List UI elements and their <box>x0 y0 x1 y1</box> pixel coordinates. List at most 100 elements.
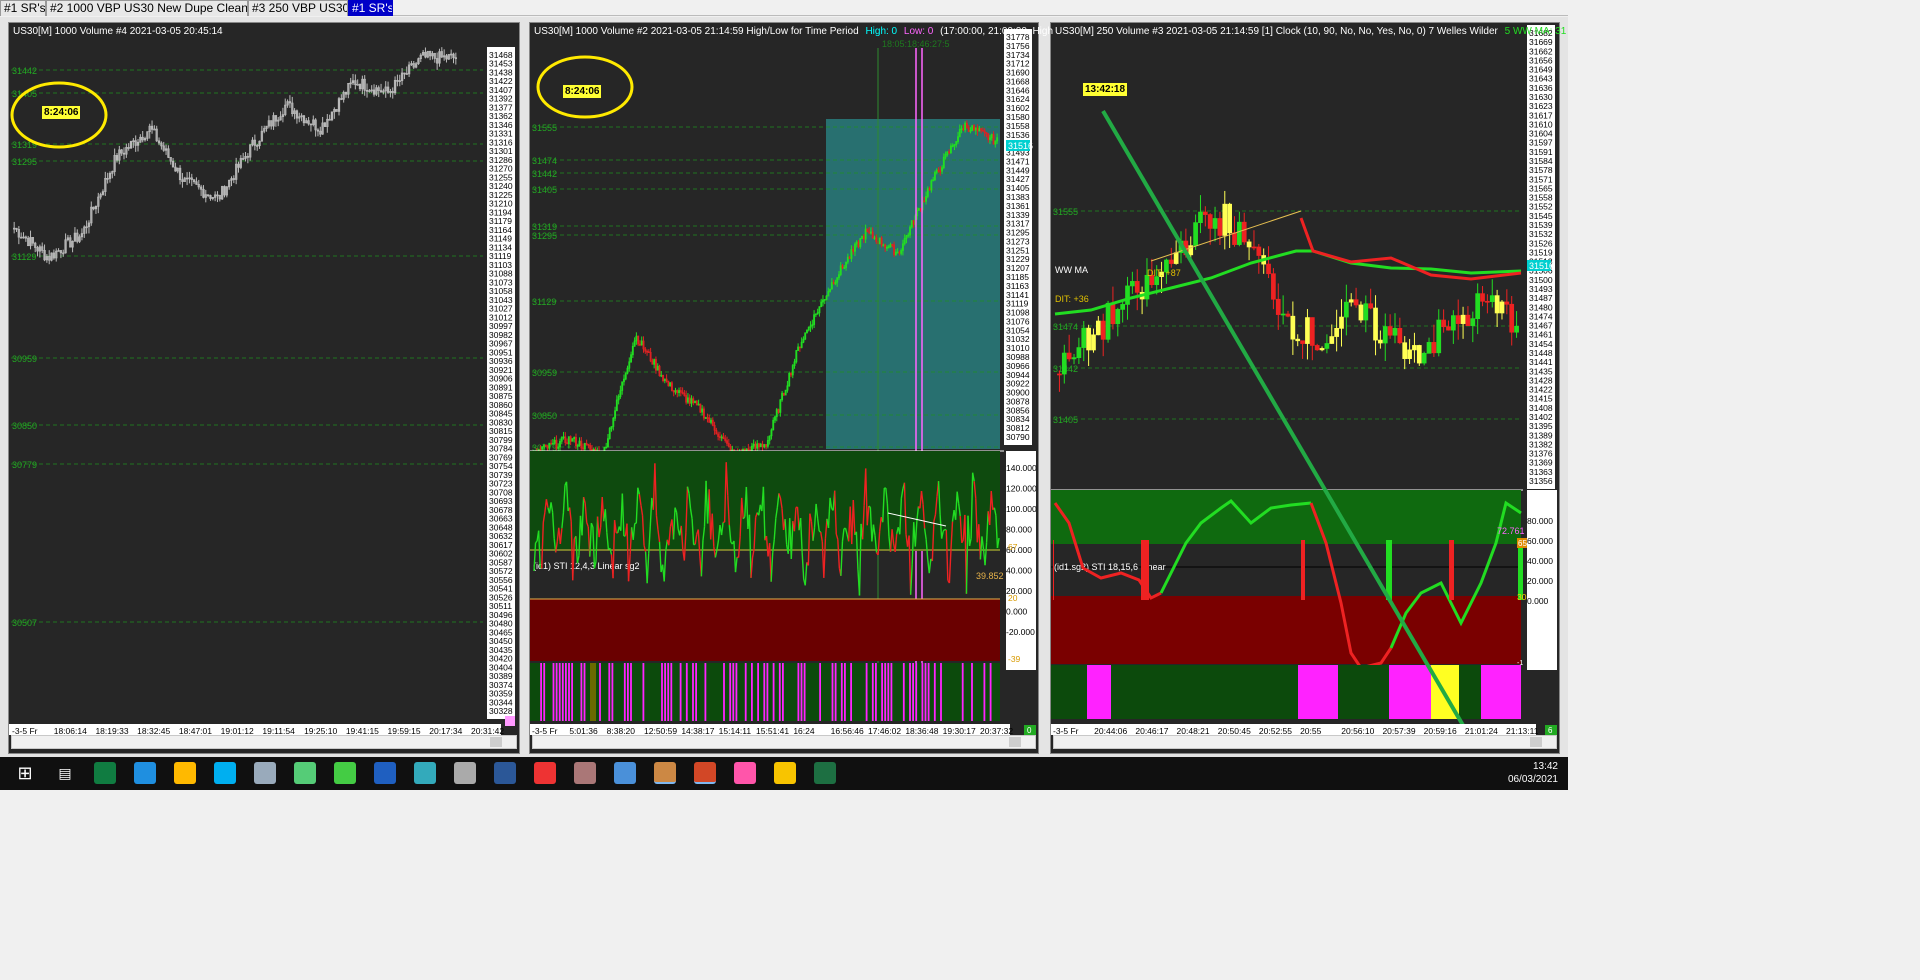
price-chart[interactable]: 31555314743144231405WW MADIT: +87DIT: +3… <box>1051 23 1559 735</box>
candle-body <box>861 235 864 239</box>
chart-window-3[interactable]: US30[M] 250 Volume #3 2021-03-05 21:14:5… <box>1050 22 1566 754</box>
mapping-icon[interactable] <box>574 762 596 784</box>
publisher-icon[interactable] <box>94 762 116 784</box>
drop-icon[interactable] <box>734 762 756 784</box>
histogram-block <box>1481 665 1521 719</box>
histogram-bar <box>927 663 930 721</box>
tab-250-vbp[interactable]: #3 250 VBP US30 <box>248 0 348 16</box>
candle-body <box>820 301 823 308</box>
candle-body <box>1232 232 1237 245</box>
signal-bar <box>1449 540 1454 600</box>
candle-body <box>1105 302 1111 340</box>
candle-body <box>589 445 592 450</box>
candle-body <box>946 151 949 155</box>
candle-body <box>1217 218 1223 236</box>
candle-body <box>1344 301 1349 318</box>
chart-window-2[interactable]: US30[M] 1000 Volume #2 2021-03-05 21:14:… <box>529 22 1053 754</box>
edge-icon[interactable] <box>134 762 156 784</box>
histogram-bar <box>902 663 905 721</box>
candle-body <box>978 128 981 132</box>
powerpoint-icon[interactable] <box>694 762 716 784</box>
histogram-bar <box>723 663 725 721</box>
candle-body <box>806 329 808 334</box>
task-view-icon[interactable]: ▤ <box>54 762 76 784</box>
candle-body <box>1319 348 1325 351</box>
candle-body <box>1091 334 1096 351</box>
candle-body <box>797 346 800 351</box>
price-chart[interactable]: 3155531474314423140531319312953112930959… <box>530 23 1038 735</box>
calculator-scientific-icon[interactable] <box>254 762 276 784</box>
paint-icon[interactable] <box>654 762 676 784</box>
time-axis-tick: 19:11:54 <box>262 726 295 735</box>
candle-body <box>1480 293 1485 302</box>
candle-body <box>663 378 666 381</box>
candle-body <box>987 133 990 140</box>
candle-body <box>1504 301 1510 305</box>
globe-icon[interactable] <box>614 762 636 784</box>
tab-sr-1[interactable]: #1 SR's <box>0 0 46 16</box>
candle-body <box>919 208 922 211</box>
candle-body <box>1392 328 1398 336</box>
windows-start-icon[interactable]: ⊞ <box>14 762 36 784</box>
terminal-icon[interactable] <box>414 762 436 784</box>
signal-bar <box>1301 540 1305 600</box>
sr-level-label: 31474 <box>1053 322 1078 332</box>
scroll-thumb[interactable] <box>1530 737 1542 747</box>
candle-body <box>802 338 805 343</box>
histogram-bar <box>834 663 837 721</box>
price-chart[interactable]: 3144231405313193129531129309593085030779… <box>9 23 519 735</box>
candle-body <box>628 361 631 369</box>
candle-body <box>557 446 560 449</box>
word-icon[interactable] <box>494 762 516 784</box>
candle-body <box>1222 203 1228 236</box>
candle-body <box>971 125 974 131</box>
chrome-icon[interactable] <box>534 762 556 784</box>
tab-1000-vbp[interactable]: #2 1000 VBP US30 New Dupe Clean <box>46 0 248 16</box>
candle-body <box>1426 342 1432 354</box>
horizontal-scrollbar[interactable] <box>532 735 1036 749</box>
candle-body <box>727 443 730 447</box>
histogram-bar <box>695 663 697 721</box>
horizontal-scrollbar[interactable] <box>11 735 517 749</box>
candle-body <box>1134 281 1140 293</box>
candle-body <box>759 443 762 448</box>
system-tray-clock[interactable]: 13:42 06/03/2021 <box>1508 760 1558 786</box>
candle-body <box>1470 318 1476 327</box>
candle-body <box>1407 349 1412 359</box>
app-w-icon[interactable] <box>334 762 356 784</box>
scroll-thumb[interactable] <box>1009 737 1021 747</box>
scroll-thumb[interactable] <box>490 737 502 747</box>
candle-body <box>670 382 673 392</box>
chart-window-1[interactable]: US30[M] 1000 Volume #4 2021-03-05 20:45:… <box>8 22 520 754</box>
candle-body <box>642 340 645 350</box>
histogram-bar <box>912 663 914 721</box>
candle-body <box>637 335 640 345</box>
skype-icon[interactable] <box>214 762 236 784</box>
candle-body <box>983 130 986 133</box>
candle-body <box>1378 339 1383 344</box>
candle-body <box>1329 336 1335 344</box>
chart-title: US30[M] 1000 Volume #2 2021-03-05 21:14:… <box>534 26 859 37</box>
mail-icon[interactable] <box>374 762 396 784</box>
explorer-icon[interactable] <box>774 762 796 784</box>
store-icon[interactable] <box>174 762 196 784</box>
time-axis-tick: 19:25:10 <box>304 726 337 735</box>
excel-icon[interactable] <box>814 762 836 784</box>
tab-sr-active[interactable]: #1 SR's <box>348 0 393 16</box>
app-mascot-icon[interactable] <box>294 762 316 784</box>
candle-body <box>580 440 583 449</box>
histogram-bar <box>940 663 942 721</box>
candle-body <box>539 448 542 451</box>
horizontal-scrollbar[interactable] <box>1053 735 1557 749</box>
level-label: -39 <box>1008 654 1021 664</box>
candle-body <box>910 220 913 228</box>
indicator-axis-tick: -20.000 <box>1006 627 1035 637</box>
ma-value: 5 WW MA: 31 <box>1504 26 1567 37</box>
calculator-icon[interactable] <box>454 762 476 784</box>
time-axis-tick: 19:59:15 <box>388 726 421 735</box>
sr-level-label: 30779 <box>12 460 37 470</box>
histogram-bar <box>983 663 986 721</box>
candle-body <box>1256 246 1262 256</box>
candle-body <box>573 436 576 440</box>
sr-level-label: 30507 <box>12 618 37 628</box>
